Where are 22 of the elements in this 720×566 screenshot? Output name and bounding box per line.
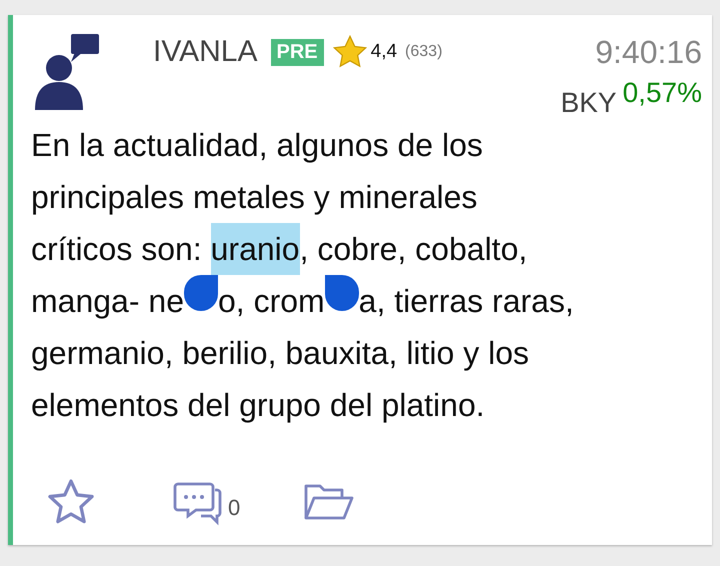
username[interactable]: IVANLA: [153, 35, 258, 69]
price-change: 0,57%: [622, 77, 702, 109]
post-text: o, crom: [218, 282, 325, 321]
post-text: germanio, berilio, bauxita, litio y los: [31, 334, 530, 373]
post-text: manga- ne: [31, 282, 184, 321]
post-text: a, tierras raras,: [358, 282, 574, 321]
post-time: 9:40:16: [595, 34, 702, 70]
rating-value: 4,4: [370, 41, 398, 63]
comment-count: 0: [228, 495, 240, 521]
ticker-symbol[interactable]: BKY: [560, 87, 617, 119]
star-icon: [332, 34, 368, 70]
post-text: críticos son:: [31, 230, 203, 269]
post-text: , cobre, cobalto,: [300, 230, 528, 269]
selection-handle[interactable]: [324, 275, 359, 311]
user-chat-icon: [35, 34, 99, 110]
rating-count: (633): [405, 43, 442, 61]
selected-text: uranio: [210, 223, 300, 275]
selection-handle[interactable]: [184, 275, 218, 311]
pre-badge: PRE: [270, 38, 324, 66]
post-text: principales metales y minerales: [31, 178, 478, 217]
post-text: En la actualidad, algunos de los: [31, 126, 483, 165]
post-text: elementos del grupo del platino.: [31, 386, 485, 425]
